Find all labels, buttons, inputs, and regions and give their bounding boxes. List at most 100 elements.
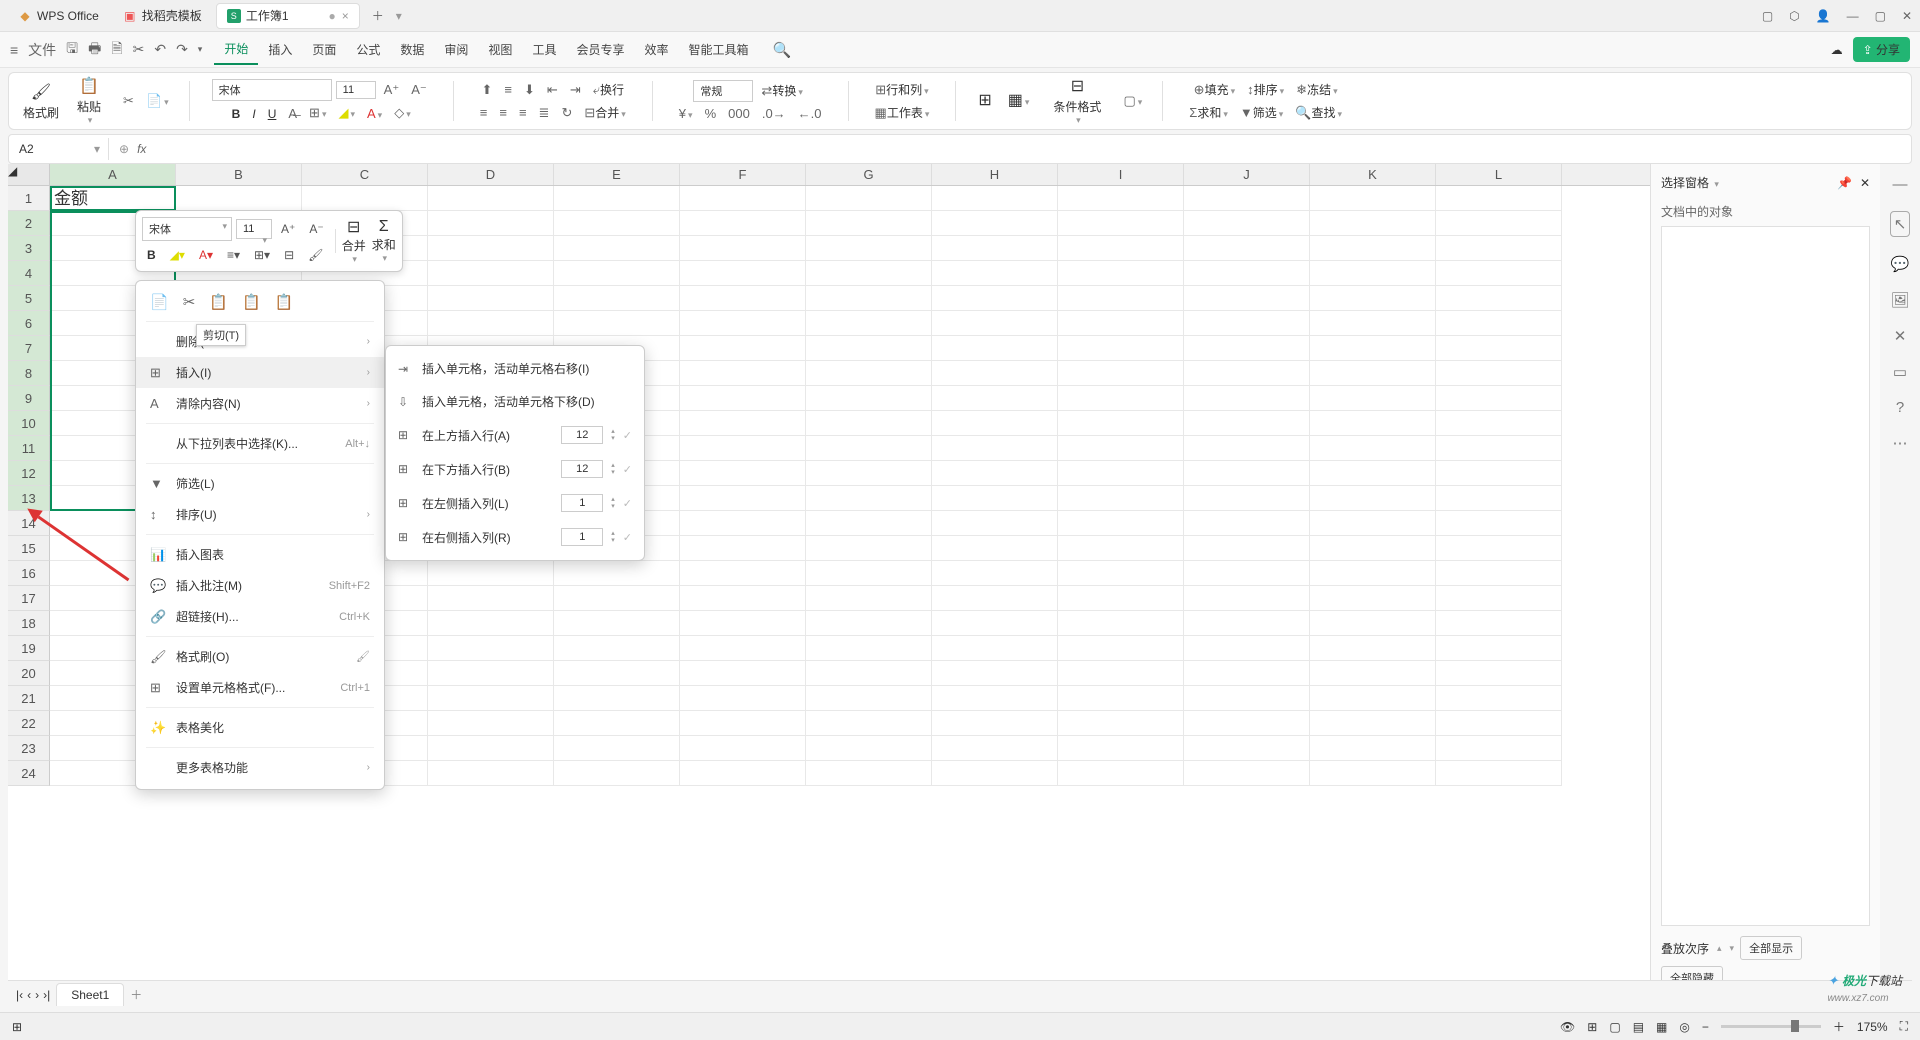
cell[interactable] [680,286,806,311]
cell[interactable] [932,411,1058,436]
align-top-icon[interactable]: ⬆ [478,80,497,100]
row-header[interactable]: 21 [8,686,50,711]
cell[interactable] [932,261,1058,286]
cell[interactable] [680,386,806,411]
cell[interactable] [806,186,932,211]
mini-format[interactable]: ⊟ [279,245,299,265]
cell[interactable] [428,711,554,736]
cell[interactable]: 金额 [50,186,176,211]
row-header[interactable]: 5 [8,286,50,311]
cell[interactable] [932,486,1058,511]
cell[interactable] [428,561,554,586]
cell[interactable] [932,736,1058,761]
row-header[interactable]: 11 [8,436,50,461]
cell[interactable] [1436,561,1562,586]
cell[interactable] [554,761,680,786]
cell[interactable] [806,286,932,311]
name-box[interactable]: A2 [9,138,109,160]
cell[interactable] [1436,461,1562,486]
align-center-icon[interactable]: ≡ [495,103,511,122]
align-mid-icon[interactable]: ≡ [500,80,516,99]
maximize-icon[interactable]: ▢ [1875,9,1886,23]
cell[interactable] [1184,761,1310,786]
cell[interactable] [806,561,932,586]
tab-app[interactable]: ◆ WPS Office [8,3,109,29]
fx-label[interactable]: fx [137,142,146,156]
col-header-k[interactable]: K [1310,164,1436,185]
cell[interactable] [1058,411,1184,436]
cell[interactable] [806,736,932,761]
cell[interactable] [932,536,1058,561]
find-button[interactable]: 🔍查找▾ [1291,102,1346,123]
cell[interactable] [1058,336,1184,361]
indent-inc-icon[interactable]: ⇥ [566,80,585,100]
cell[interactable] [428,736,554,761]
col-header-i[interactable]: I [1058,164,1184,185]
zoom-value[interactable]: 175% [1857,1020,1888,1034]
cell[interactable] [1184,436,1310,461]
cell[interactable] [1058,586,1184,611]
wrap-button[interactable]: ⤶换行 [589,79,628,100]
col-header-g[interactable]: G [806,164,932,185]
cell[interactable] [302,186,428,211]
cell[interactable] [806,386,932,411]
cell[interactable] [428,686,554,711]
close-pane-icon[interactable]: ✕ [1860,176,1870,190]
cell[interactable] [428,761,554,786]
cell[interactable] [932,561,1058,586]
cell[interactable] [1058,611,1184,636]
sheet-first-icon[interactable]: |‹ [16,988,23,1002]
show-all-button[interactable]: 全部显示 [1740,936,1802,960]
cell[interactable] [932,311,1058,336]
cell[interactable] [1184,586,1310,611]
sub-shift-down[interactable]: ⇩插入单元格，活动单元格下移(D) [386,385,644,418]
ctx-beautify[interactable]: ✨表格美化 [136,712,384,743]
cell[interactable] [1436,261,1562,286]
zoom-in-icon[interactable]: ＋ [1833,1018,1845,1035]
ctx-clear[interactable]: A清除内容(N)› [136,388,384,419]
mini-fillcolor[interactable]: ◢▾ [165,245,190,265]
col-header-f[interactable]: F [680,164,806,185]
copy-button[interactable]: 📄▾ [142,91,173,111]
cell[interactable] [1436,336,1562,361]
cell[interactable] [680,586,806,611]
select-all-corner[interactable]: ◢ [8,164,50,185]
cell[interactable] [680,711,806,736]
cell[interactable] [554,286,680,311]
mini-fontcolor[interactable]: A▾ [194,245,218,265]
cell[interactable] [176,186,302,211]
sub-col-left[interactable]: ⊞在左侧插入列(L) ▴▾✓ [386,486,644,520]
cell[interactable] [680,611,806,636]
mini-brush[interactable]: 🖌 [303,245,328,265]
cell[interactable] [1436,711,1562,736]
cell[interactable] [1310,561,1436,586]
cell[interactable] [680,661,806,686]
cell[interactable] [554,661,680,686]
cell[interactable] [1310,761,1436,786]
size-select[interactable]: 11 [336,81,376,99]
freeze-button[interactable]: ❄冻结▾ [1292,79,1341,100]
cell[interactable] [932,636,1058,661]
row-header[interactable]: 24 [8,761,50,786]
cell[interactable] [1436,236,1562,261]
ctx-copy-icon[interactable]: 📄 [150,293,169,311]
cell[interactable] [932,236,1058,261]
currency-icon[interactable]: ¥▾ [675,104,697,123]
row-header[interactable]: 16 [8,561,50,586]
image-rail-icon[interactable]: 🖼 [1890,291,1909,309]
fullscreen-icon[interactable]: ⛶ [1900,1019,1908,1034]
col-header-c[interactable]: C [302,164,428,185]
increase-font-icon[interactable]: A⁺ [380,80,404,100]
cell[interactable] [1184,461,1310,486]
cut-button[interactable]: ✂ [119,91,138,111]
cell[interactable] [1310,686,1436,711]
cell[interactable] [1310,536,1436,561]
help-rail-icon[interactable]: ? [1896,399,1904,416]
cell[interactable] [428,186,554,211]
status-icon[interactable]: ⊞ [12,1020,22,1034]
col-header-h[interactable]: H [932,164,1058,185]
cell[interactable] [1058,261,1184,286]
cell[interactable] [554,211,680,236]
row-header[interactable]: 9 [8,386,50,411]
tab-menu-icon[interactable]: ▾ [396,9,402,23]
